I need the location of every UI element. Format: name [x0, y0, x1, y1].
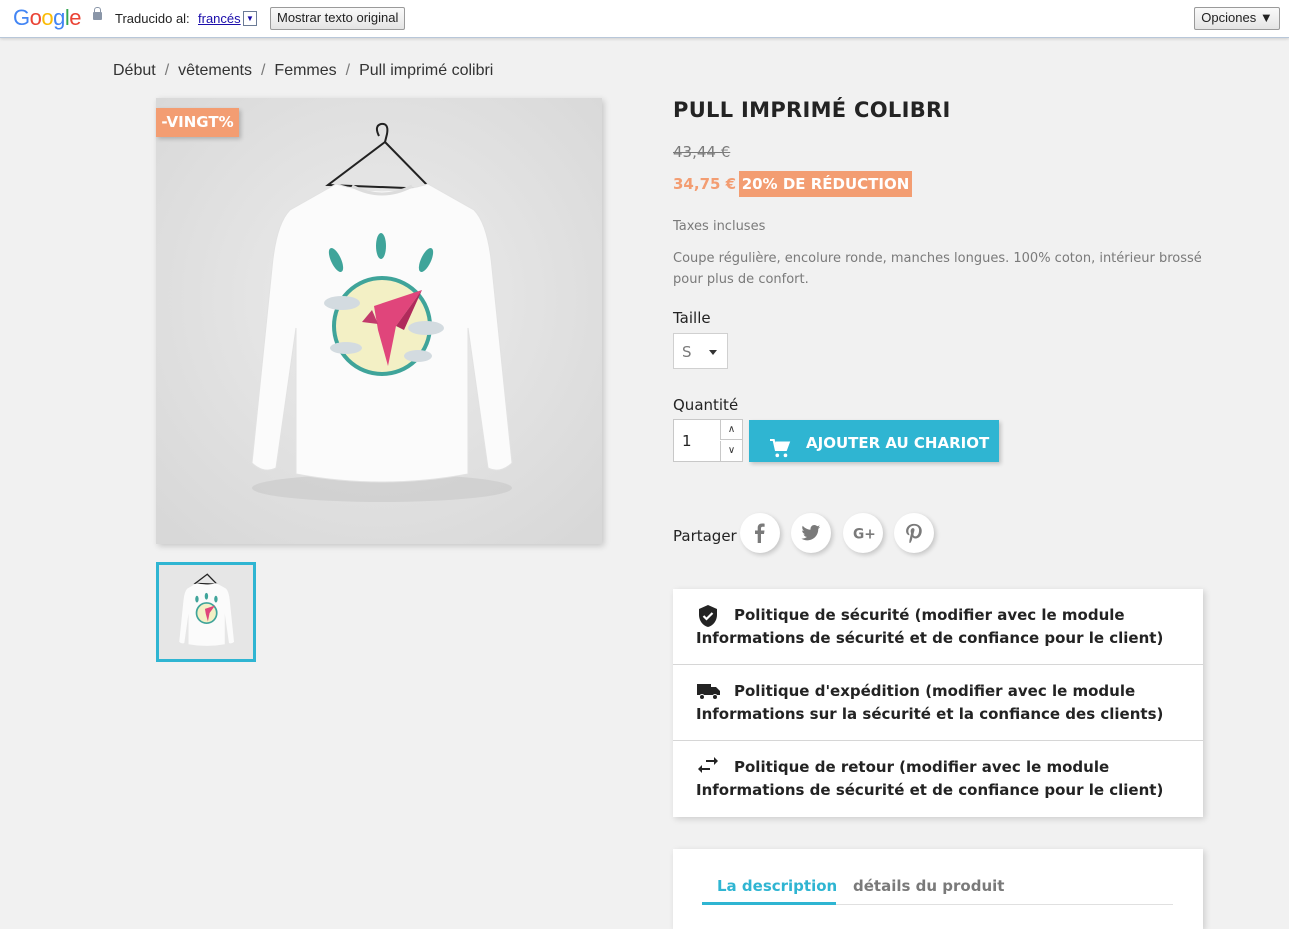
- discount-flag: -VINGT%: [156, 108, 239, 137]
- size-label: Taille: [673, 309, 711, 327]
- twitter-icon: [801, 525, 821, 541]
- regular-price: 43,44 €: [673, 143, 731, 161]
- product-thumbnail[interactable]: [156, 562, 256, 662]
- facebook-share-button[interactable]: [740, 513, 780, 553]
- return-policy: Politique de retour (modifier avec le mo…: [673, 741, 1203, 817]
- security-policy: Politique de sécurité (modifier avec le …: [673, 589, 1203, 665]
- breadcrumb-current: Pull imprimé colibri: [359, 62, 494, 79]
- add-to-cart-label: AJOUTER AU CHARIOT: [806, 434, 990, 452]
- tab-description[interactable]: La description: [717, 877, 837, 895]
- google-logo[interactable]: Google: [13, 5, 82, 31]
- facebook-icon: [755, 523, 765, 543]
- product-title: PULL IMPRIMÉ COLIBRI: [673, 98, 951, 122]
- language-link[interactable]: francés: [198, 11, 241, 26]
- twitter-share-button[interactable]: [791, 513, 831, 553]
- size-select[interactable]: S: [673, 333, 728, 369]
- translated-label: Traducido al:: [115, 11, 190, 26]
- lock-icon: [93, 7, 102, 20]
- pinterest-share-button[interactable]: [894, 513, 934, 553]
- options-button[interactable]: Opciones ▼: [1194, 7, 1280, 30]
- show-original-button[interactable]: Mostrar texto original: [270, 7, 406, 30]
- active-tab-indicator: [702, 902, 836, 905]
- decrement-icon[interactable]: ∨: [720, 441, 742, 461]
- svg-text:G+: G+: [853, 527, 875, 543]
- shipping-policy-text: Politique d'expédition (modifier avec le…: [696, 682, 1164, 723]
- shipping-policy: Politique d'expédition (modifier avec le…: [673, 665, 1203, 741]
- add-to-cart-button[interactable]: AJOUTER AU CHARIOT: [749, 420, 999, 462]
- product-main-image[interactable]: [156, 98, 602, 544]
- size-value: S: [682, 343, 692, 361]
- return-policy-text: Politique de retour (modifier avec le mo…: [696, 758, 1164, 799]
- share-label: Partager: [673, 527, 737, 545]
- security-policy-text: Politique de sécurité (modifier avec le …: [696, 606, 1164, 647]
- quantity-stepper[interactable]: 1 ∧ ∨: [673, 419, 743, 462]
- chevron-down-icon: [709, 350, 717, 355]
- tax-label: Taxes incluses: [673, 219, 766, 234]
- quantity-label: Quantité: [673, 396, 739, 414]
- googleplus-icon: G+: [853, 527, 875, 543]
- increment-icon[interactable]: ∧: [720, 420, 742, 440]
- product-tabs: La description détails du produit: [673, 849, 1203, 929]
- discount-badge: 20% DE RÉDUCTION: [739, 171, 912, 197]
- current-price: 34,75 €: [673, 175, 737, 193]
- cart-icon: [770, 439, 791, 458]
- googleplus-share-button[interactable]: G+: [843, 513, 883, 553]
- breadcrumb-women[interactable]: Femmes: [274, 62, 336, 79]
- tab-product-details[interactable]: détails du produit: [853, 877, 1004, 895]
- pinterest-icon: [906, 523, 922, 543]
- translate-bar: Google Traducido al: francés ▼ Mostrar t…: [0, 0, 1289, 38]
- language-dropdown-icon[interactable]: ▼: [243, 11, 257, 26]
- reassurance-block: Politique de sécurité (modifier avec le …: [673, 589, 1203, 817]
- breadcrumb: Début / vêtements / Femmes / Pull imprimé coli…: [113, 62, 494, 79]
- quantity-input[interactable]: 1: [682, 432, 692, 450]
- product-description: Coupe régulière, encolure ronde, manches…: [673, 251, 1202, 287]
- sweater-illustration: [156, 98, 602, 544]
- breadcrumb-home[interactable]: Début: [113, 62, 156, 79]
- breadcrumb-clothes[interactable]: vêtements: [178, 62, 252, 79]
